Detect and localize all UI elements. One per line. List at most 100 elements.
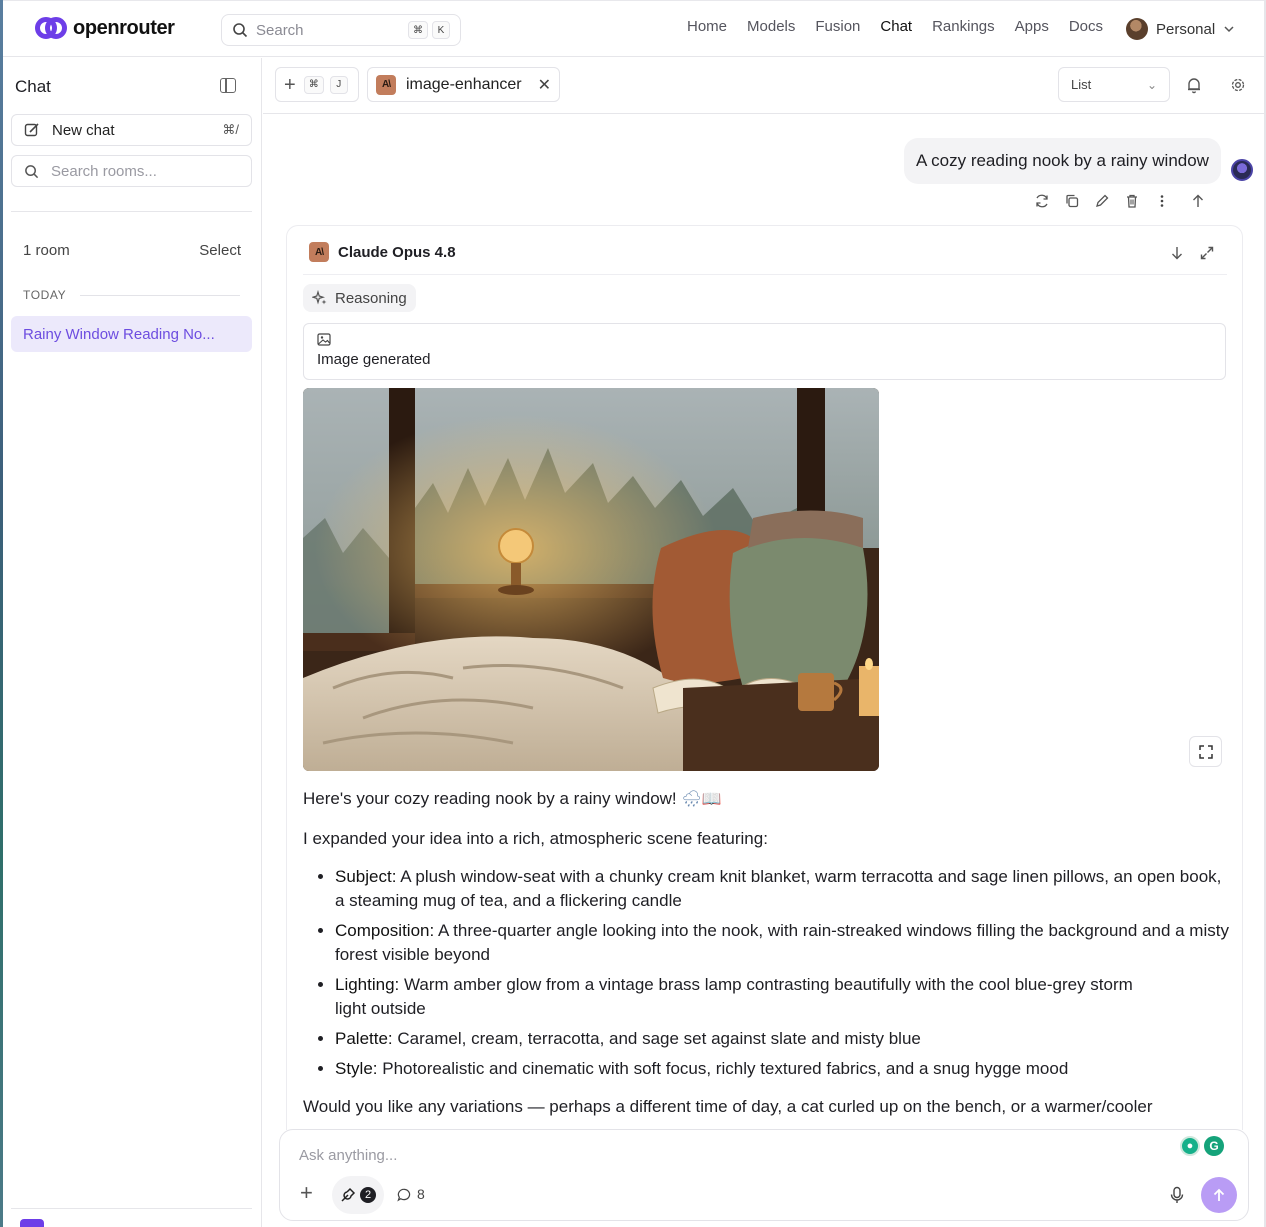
feature-label: Lighting: [335, 975, 400, 994]
feature-text: A plush window-seat with a chunky cream … [335, 867, 1222, 910]
search-icon [233, 23, 248, 38]
pencil-icon[interactable] [1093, 192, 1111, 210]
send-button[interactable] [1201, 1177, 1237, 1213]
expand-icon[interactable] [1198, 244, 1216, 262]
shortcut-key: ⌘ [408, 21, 428, 39]
composer-placeholder: Ask anything... [299, 1147, 398, 1164]
generated-image[interactable] [303, 388, 879, 771]
reply-lead: I expanded your idea into a rich, atmosp… [303, 829, 768, 848]
chat-header: + ⌘ J A\ image-enhancer ✕ List ⌄ [263, 58, 1264, 114]
nav-fusion[interactable]: Fusion [815, 18, 860, 35]
mic-icon[interactable] [1170, 1186, 1184, 1204]
assistant-response-card: A\ Claude Opus 4.8 Reasoning Image gener… [286, 225, 1243, 1130]
arrow-down-icon[interactable] [1168, 244, 1186, 262]
sidebar-toggle-icon[interactable] [220, 78, 236, 93]
view-mode-value: List [1071, 77, 1092, 92]
message-composer[interactable]: Ask anything... ● G + 2 8 [279, 1129, 1249, 1221]
divider [303, 274, 1227, 275]
select-rooms-button[interactable]: Select [199, 242, 241, 259]
feature-text: A three-quarter angle looking into the n… [335, 921, 1229, 964]
bell-icon[interactable] [1184, 75, 1204, 95]
attach-button[interactable]: + [300, 1182, 313, 1204]
brand-name: openrouter [73, 16, 175, 39]
refresh-icon[interactable] [1033, 192, 1051, 210]
edit-icon [24, 123, 39, 137]
nav-models[interactable]: Models [747, 18, 795, 35]
trash-icon[interactable] [1123, 192, 1141, 210]
openrouter-logo-icon [35, 17, 67, 39]
grammarly-icon: G [1204, 1136, 1224, 1156]
plus-icon: + [284, 73, 296, 96]
tools-count-badge: 2 [360, 1187, 376, 1203]
room-count: 1 room [23, 242, 70, 259]
avatar [1126, 18, 1148, 40]
fullscreen-button[interactable] [1189, 736, 1222, 767]
reasoning-toggle[interactable]: Reasoning [303, 284, 416, 312]
nav-rankings[interactable]: Rankings [932, 18, 995, 35]
model-name: Claude Opus 4.8 [338, 243, 456, 261]
divider [11, 1208, 252, 1209]
model-tab[interactable]: A\ image-enhancer ✕ [367, 67, 560, 102]
new-chat-label: New chat [52, 121, 115, 139]
gear-icon[interactable] [1228, 75, 1248, 95]
reasoning-label: Reasoning [335, 289, 407, 307]
search-rooms-placeholder: Search rooms... [51, 162, 157, 180]
account-menu[interactable]: Personal [1126, 18, 1235, 40]
tools-button[interactable]: 2 [332, 1176, 384, 1214]
nav-chat[interactable]: Chat [880, 18, 912, 35]
shortcut-key: J [329, 75, 348, 94]
message-count[interactable]: 8 [397, 1186, 425, 1202]
anthropic-icon: A\ [376, 74, 396, 95]
reply-closing: Would you like any variations — perhaps … [303, 1097, 1153, 1116]
close-icon[interactable]: ✕ [538, 75, 551, 95]
shortcut-key: K [432, 21, 450, 39]
nav-home[interactable]: Home [687, 18, 727, 35]
global-search[interactable]: Search ⌘ K [221, 14, 461, 46]
new-chat-shortcut: ⌘/ [222, 122, 239, 137]
nav-docs[interactable]: Docs [1069, 18, 1103, 35]
tools-icon [341, 1187, 356, 1202]
sidebar-room-item[interactable]: Rainy Window Reading No... [11, 316, 252, 352]
add-model-button[interactable]: + ⌘ J [275, 67, 359, 102]
view-mode-select[interactable]: List ⌄ [1058, 67, 1170, 102]
list-item: Style: Photorealistic and cinematic with… [335, 1057, 1233, 1081]
message-count-value: 8 [417, 1186, 425, 1202]
feature-text: Caramel, cream, terracotta, and sage set… [397, 1029, 921, 1048]
sidebar-title: Chat [15, 77, 51, 96]
divider [11, 211, 252, 212]
image-generation-status[interactable]: Image generated [303, 323, 1226, 380]
list-item: Lighting: Warm amber glow from a vintage… [335, 973, 1233, 1021]
main-nav: Home Models Fusion Chat Rankings Apps Do… [687, 18, 1103, 35]
assistant-bulb-icon: ● [1180, 1136, 1200, 1156]
feature-label: Style: [335, 1059, 378, 1078]
divider [80, 295, 240, 296]
account-label: Personal [1156, 20, 1216, 38]
chevron-down-icon [1224, 26, 1234, 33]
message-icon [397, 1188, 411, 1201]
model-header: A\ Claude Opus 4.8 [309, 242, 456, 262]
copy-icon[interactable] [1063, 192, 1081, 210]
fullscreen-icon [1198, 744, 1213, 759]
search-rooms-input[interactable]: Search rooms... [11, 155, 252, 187]
arrow-up-icon[interactable] [1189, 192, 1207, 210]
nav-apps[interactable]: Apps [1015, 18, 1049, 35]
chat-sidebar: Chat New chat ⌘/ Search rooms... 1 room … [3, 58, 262, 1227]
user-avatar [1231, 159, 1253, 181]
feature-label: Palette: [335, 1029, 393, 1048]
feature-text: Warm amber glow from a vintage brass lam… [335, 975, 1133, 1018]
chevron-down-icon: ⌄ [1146, 77, 1157, 92]
feature-list: Subject: A plush window-seat with a chun… [335, 865, 1233, 1081]
brand-logo[interactable]: openrouter [35, 16, 175, 40]
image-status-label: Image generated [317, 351, 431, 368]
anthropic-icon: A\ [309, 242, 329, 262]
model-tab-label: image-enhancer [406, 75, 522, 93]
new-chat-button[interactable]: New chat ⌘/ [11, 114, 252, 146]
workspace-badge[interactable] [20, 1219, 44, 1227]
sparkle-icon [312, 290, 327, 305]
message-actions [1033, 192, 1207, 210]
user-message: A cozy reading nook by a rainy window [904, 138, 1221, 184]
assistant-message-text: Here's your cozy reading nook by a rainy… [303, 787, 1233, 1135]
image-icon [317, 333, 331, 346]
writing-assistant[interactable]: ● G [1180, 1136, 1224, 1156]
more-icon[interactable] [1153, 192, 1171, 210]
